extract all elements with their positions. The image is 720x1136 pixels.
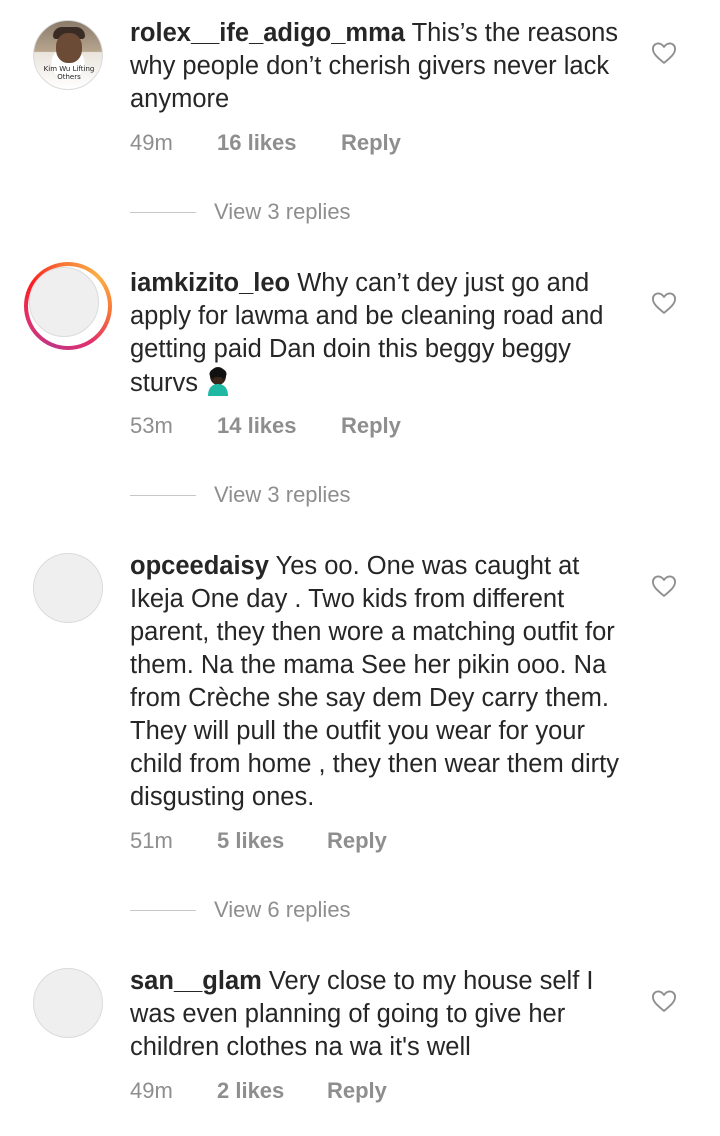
comment-text: opceedaisy Yes oo. One was caught at Ike… <box>130 550 630 814</box>
avatar[interactable]: Kim Wu Lifting Others <box>33 20 103 90</box>
reply-button[interactable]: Reply <box>341 128 401 158</box>
comment-text: san__glam Very close to my house self I … <box>130 965 630 1064</box>
comment-username[interactable]: san__glam <box>130 967 262 995</box>
heart-outline-icon[interactable] <box>649 289 679 317</box>
view-replies-label: View 6 replies <box>214 897 351 922</box>
heart-outline-icon[interactable] <box>649 39 679 67</box>
avatar-face <box>56 33 82 63</box>
comment-body: Yes oo. One was caught at Ikeja One day … <box>130 552 619 811</box>
view-replies-label: View 3 replies <box>214 482 351 507</box>
replies-divider <box>130 910 196 911</box>
avatar-story-ring[interactable] <box>24 262 112 350</box>
comment-time: 49m <box>130 130 173 155</box>
replies-divider <box>130 212 196 213</box>
comment-likes[interactable]: 14 likes <box>217 411 297 441</box>
comment-time: 51m <box>130 828 173 853</box>
comment-time: 49m <box>130 1078 173 1103</box>
view-replies-button[interactable]: View 3 replies <box>130 480 430 510</box>
view-replies-button[interactable]: View 6 replies <box>130 895 430 925</box>
avatar[interactable] <box>33 553 103 623</box>
comment-username[interactable]: iamkizito_leo <box>130 269 290 297</box>
person-facepalming-emoji <box>205 366 231 396</box>
comment-username[interactable]: rolex__ife_adigo_mma <box>130 19 405 47</box>
reply-button[interactable]: Reply <box>327 1076 387 1106</box>
comment-text: iamkizito_leo Why can’t dey just go and … <box>130 267 630 400</box>
avatar-caption: Kim Wu Lifting Others <box>43 65 95 81</box>
reply-button[interactable]: Reply <box>327 826 387 856</box>
comment-likes[interactable]: 16 likes <box>217 128 297 158</box>
comment-text: rolex__ife_adigo_mma This’s the reasons … <box>130 17 630 116</box>
view-replies-label: View 3 replies <box>214 199 351 224</box>
comment-likes[interactable]: 5 likes <box>217 826 284 856</box>
comment-likes[interactable]: 2 likes <box>217 1076 284 1106</box>
comment-username[interactable]: opceedaisy <box>130 552 269 580</box>
reply-button[interactable]: Reply <box>341 411 401 441</box>
view-replies-button[interactable]: View 3 replies <box>130 197 430 227</box>
heart-outline-icon[interactable] <box>649 987 679 1015</box>
replies-divider <box>130 495 196 496</box>
avatar <box>29 267 99 337</box>
avatar[interactable] <box>33 968 103 1038</box>
heart-outline-icon[interactable] <box>649 572 679 600</box>
comment-time: 53m <box>130 413 173 438</box>
